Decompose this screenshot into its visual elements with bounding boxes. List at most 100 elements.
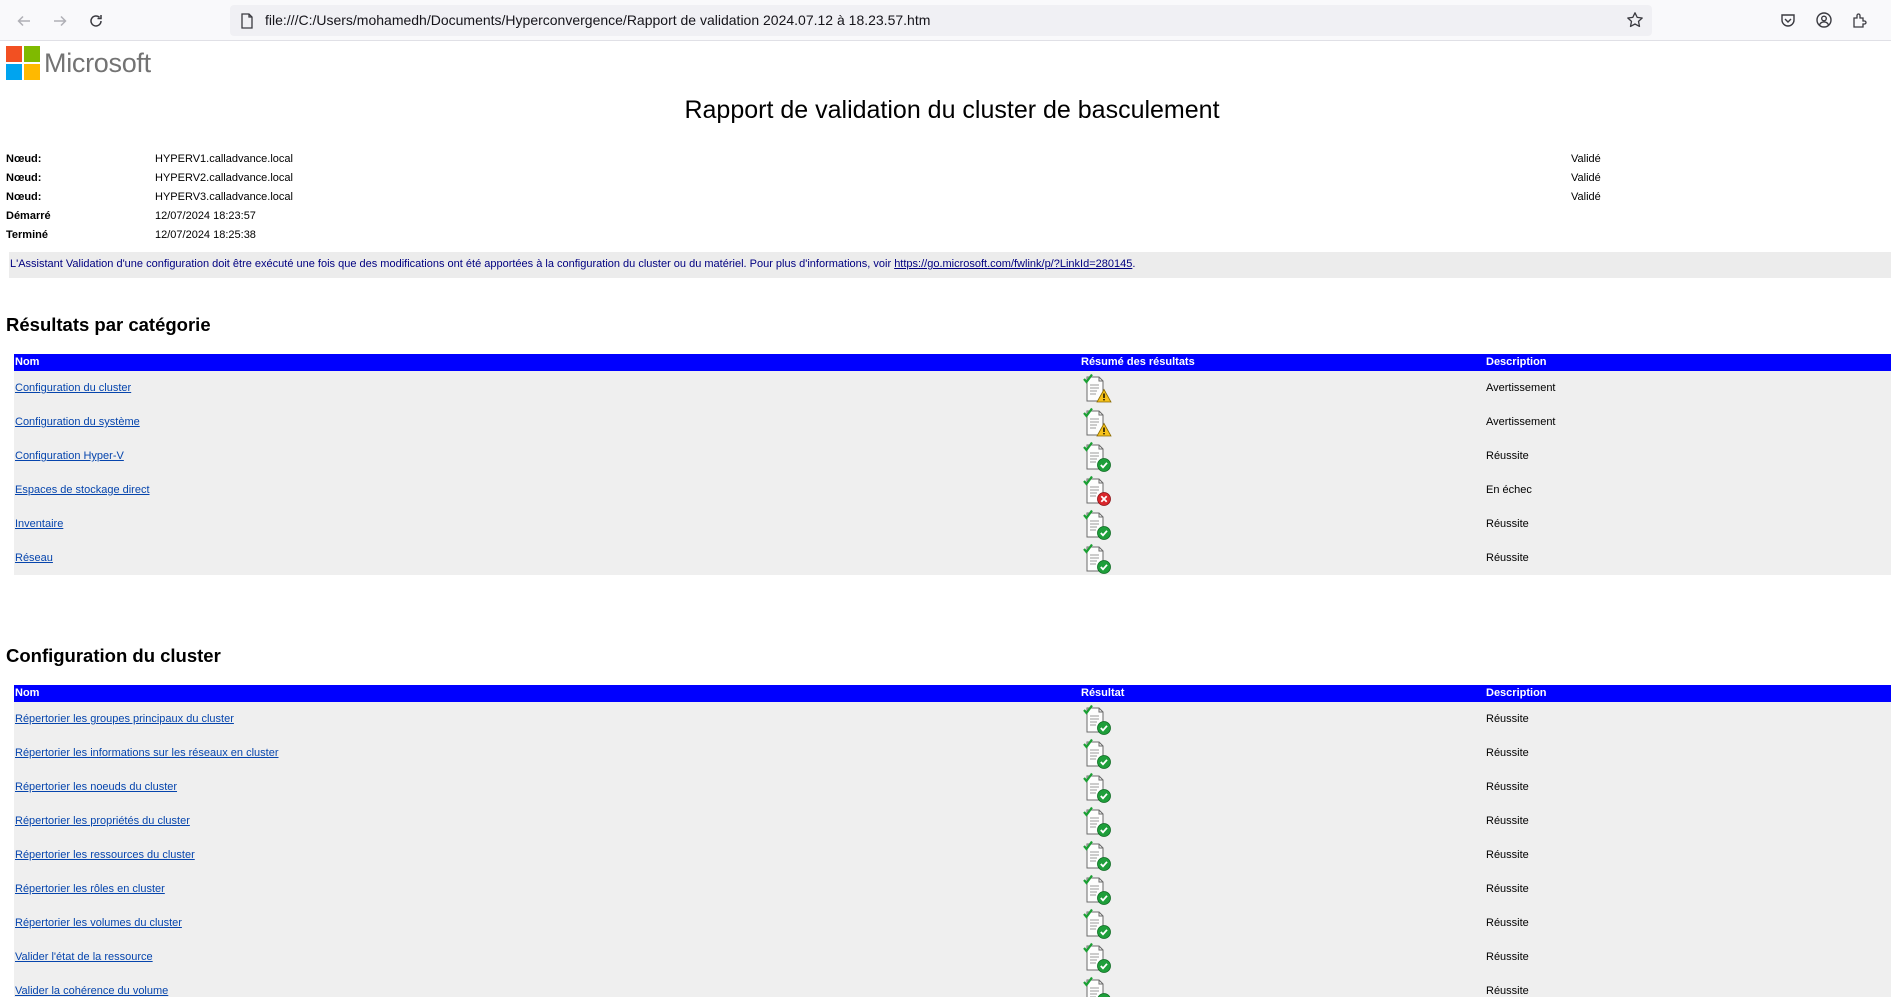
section-title-cluster: Configuration du cluster [6,645,221,666]
row-description: Réussite [1486,713,1529,725]
table-row: Répertorier les ressources du cluster Réu… [14,838,1891,872]
row-description: Avertissement [1486,382,1556,394]
row-name-link[interactable]: Configuration du cluster [15,382,131,394]
url-bar[interactable]: file:///C:/Users/mohamedh/Documents/Hype… [230,5,1652,36]
success-result-icon [1081,441,1113,473]
row-description: Réussite [1486,781,1529,793]
account-icon[interactable] [1813,9,1835,31]
warning-result-icon [1081,373,1113,405]
notice-text: L'Assistant Validation d'une configurati… [10,258,895,270]
info-label: Nœud: [6,191,42,203]
info-value: HYPERV3.calladvance.local [155,191,293,203]
info-label: Démarré [6,210,51,222]
notice-link[interactable]: https://go.microsoft.com/fwlink/p/?LinkI… [894,258,1132,270]
info-label: Terminé [6,229,48,241]
info-table: Nœud: HYPERV1.calladvance.local Validé N… [6,153,1606,248]
row-description: Avertissement [1486,416,1556,428]
row-description: Réussite [1486,815,1529,827]
success-result-icon [1081,704,1113,736]
row-name-link[interactable]: Répertorier les propriétés du cluster [15,815,190,827]
url-text: file:///C:/Users/mohamedh/Documents/Hype… [265,12,931,28]
row-name-link[interactable]: Espaces de stockage direct [15,484,150,496]
row-description: En échec [1486,484,1532,496]
row-name-link[interactable]: Répertorier les informations sur les rés… [15,747,279,759]
info-value: 12/07/2024 18:25:38 [155,229,256,241]
info-value: HYPERV1.calladvance.local [155,153,293,165]
table-row: Inventaire Réussite [14,507,1891,541]
info-value: HYPERV2.calladvance.local [155,172,293,184]
arrow-right-icon [54,15,67,27]
table-row: Répertorier les noeuds du cluster Réussit… [14,770,1891,804]
table-row: Réseau Réussite [14,541,1891,575]
row-description: Réussite [1486,917,1529,929]
row-name-link[interactable]: Configuration du système [15,416,140,428]
table-row: Répertorier les rôles en cluster Réussite [14,872,1891,906]
table-row: Valider la cohérence du volume Réussite [14,974,1891,997]
row-description: Réussite [1486,985,1529,997]
info-row: Nœud: HYPERV2.calladvance.local Validé [6,172,1606,191]
row-description: Réussite [1486,747,1529,759]
info-value: 12/07/2024 18:23:57 [155,210,256,222]
row-name-link[interactable]: Répertorier les rôles en cluster [15,883,165,895]
header-name: Nom [15,356,40,368]
table-body: Répertorier les groupes principaux du cl… [14,702,1891,997]
row-description: Réussite [1486,552,1529,564]
info-status: Validé [1571,153,1601,165]
validation-notice: L'Assistant Validation d'une configurati… [9,252,1891,278]
info-label: Nœud: [6,172,42,184]
info-row: Nœud: HYPERV1.calladvance.local Validé [6,153,1606,172]
bookmark-star-icon[interactable] [1626,11,1644,33]
row-description: Réussite [1486,951,1529,963]
row-description: Réussite [1486,518,1529,530]
row-description: Réussite [1486,450,1529,462]
row-name-link[interactable]: Valider l'état de la ressource [15,951,153,963]
cluster-table: Nom Résultat Description Répertorier les… [14,685,1891,997]
row-name-link[interactable]: Configuration Hyper-V [15,450,124,462]
warning-result-icon [1081,407,1113,439]
info-row: Démarré 12/07/2024 18:23:57 [6,210,1606,229]
success-result-icon [1081,543,1113,575]
page-icon [240,13,254,33]
row-name-link[interactable]: Répertorier les volumes du cluster [15,917,182,929]
back-button[interactable] [12,9,36,33]
notice-end: . [1132,258,1136,270]
arrow-left-icon [17,15,30,27]
section-title-categories: Résultats par catégorie [6,314,211,335]
table-header: Nom Résumé des résultats Description [14,354,1891,371]
header-result: Résumé des résultats [1081,356,1195,368]
success-result-icon [1081,509,1113,541]
extensions-icon[interactable] [1849,9,1871,31]
success-result-icon [1081,942,1113,974]
table-header: Nom Résultat Description [14,685,1891,702]
success-result-icon [1081,772,1113,804]
success-result-icon [1081,874,1113,906]
header-description: Description [1486,687,1547,699]
row-description: Réussite [1486,883,1529,895]
header-description: Description [1486,356,1547,368]
table-row: Valider l'état de la ressource Réussite [14,940,1891,974]
table-body: Configuration du cluster Avertissement Con… [14,371,1891,575]
failure-result-icon [1081,475,1113,507]
success-result-icon [1081,908,1113,940]
row-name-link[interactable]: Réseau [15,552,53,564]
row-name-link[interactable]: Répertorier les ressources du cluster [15,849,195,861]
forward-button[interactable] [48,9,72,33]
row-name-link[interactable]: Inventaire [15,518,63,530]
reload-button[interactable] [84,9,108,33]
info-status: Validé [1571,191,1601,203]
browser-toolbar: file:///C:/Users/mohamedh/Documents/Hype… [0,0,1891,41]
categories-table: Nom Résumé des résultats Description Con… [14,354,1891,575]
pocket-icon[interactable] [1777,9,1799,31]
success-result-icon [1081,840,1113,872]
row-description: Réussite [1486,849,1529,861]
table-row: Répertorier les groupes principaux du cl… [14,702,1891,736]
report-page: Microsoft Rapport de validation du clust… [0,41,1891,997]
table-row: Configuration Hyper-V Réussite [14,439,1891,473]
microsoft-logo-icon [6,46,40,80]
row-name-link[interactable]: Répertorier les noeuds du cluster [15,781,177,793]
row-name-link[interactable]: Répertorier les groupes principaux du cl… [15,713,234,725]
row-name-link[interactable]: Valider la cohérence du volume [15,985,168,997]
success-result-icon [1081,976,1113,997]
info-row: Nœud: HYPERV3.calladvance.local Validé [6,191,1606,210]
logo-text: Microsoft [44,47,151,78]
